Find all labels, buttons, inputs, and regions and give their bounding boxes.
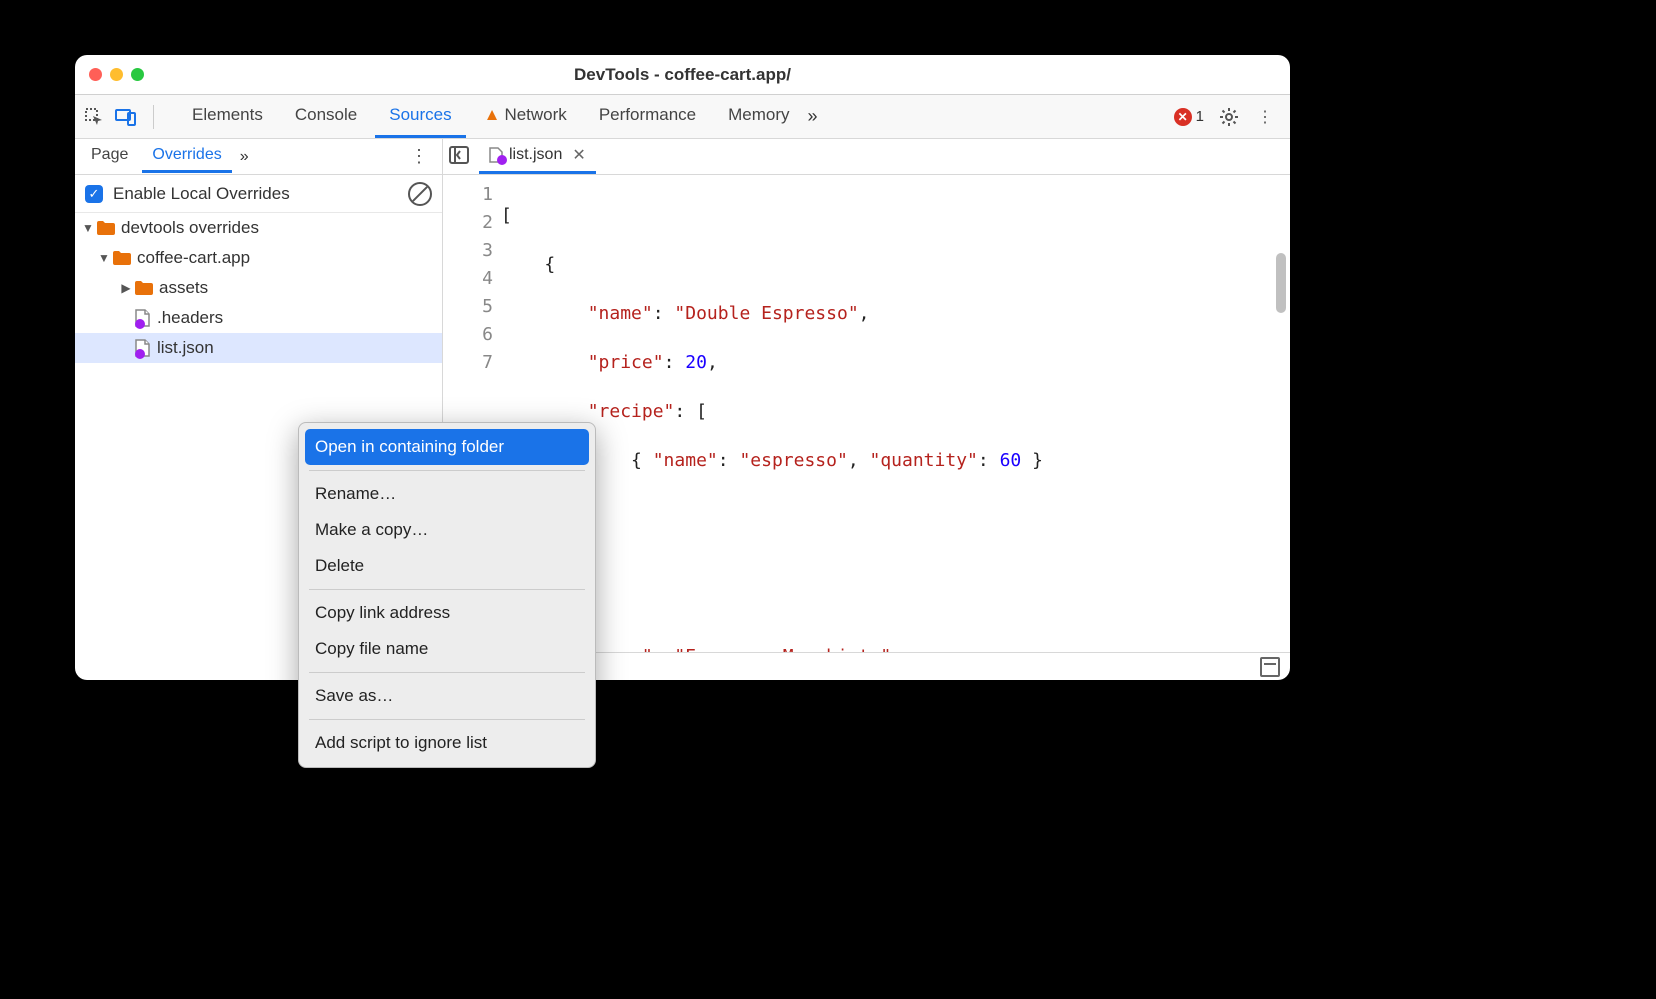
- tree-label: assets: [159, 278, 208, 298]
- tab-sources[interactable]: Sources: [375, 95, 465, 138]
- disclosure-triangle-icon: ▼: [97, 251, 111, 265]
- drawer-toggle-icon[interactable]: [1260, 657, 1280, 677]
- separator: [309, 589, 585, 590]
- sources-body: Page Overrides » ⋮ ✓ Enable Local Overri…: [75, 139, 1290, 680]
- inspect-element-icon[interactable]: [83, 106, 105, 128]
- minimize-window-button[interactable]: [110, 68, 123, 81]
- enable-overrides-label: Enable Local Overrides: [113, 184, 290, 204]
- error-icon: ✕: [1174, 108, 1192, 126]
- panel-tabs: Elements Console Sources ▲Network Perfor…: [178, 95, 818, 138]
- titlebar: DevTools - coffee-cart.app/: [75, 55, 1290, 95]
- close-tab-icon[interactable]: ✕: [572, 145, 585, 165]
- tab-memory[interactable]: Memory: [714, 95, 803, 138]
- separator: [153, 105, 154, 129]
- warning-icon: ▲: [484, 105, 501, 125]
- tree-label: list.json: [157, 338, 214, 358]
- more-options-icon[interactable]: ⋮: [1254, 106, 1276, 128]
- tab-console[interactable]: Console: [281, 95, 371, 138]
- navigator-tabs: Page Overrides » ⋮: [75, 139, 442, 175]
- tab-network[interactable]: ▲Network: [470, 95, 581, 138]
- navigator-more-icon[interactable]: ⋮: [402, 146, 436, 167]
- ctx-delete[interactable]: Delete: [305, 548, 589, 584]
- filetab-list-json[interactable]: list.json ✕: [479, 139, 596, 174]
- tree-file-list-json[interactable]: list.json: [75, 333, 442, 363]
- devtools-window: DevTools - coffee-cart.app/ Elements Con…: [75, 55, 1290, 680]
- tree-file-headers[interactable]: .headers: [75, 303, 442, 333]
- ctx-rename[interactable]: Rename…: [305, 476, 589, 512]
- error-count: 1: [1196, 108, 1204, 125]
- context-menu: Open in containing folder Rename… Make a…: [298, 422, 596, 768]
- maximize-window-button[interactable]: [131, 68, 144, 81]
- filetab-label: list.json: [509, 146, 562, 164]
- folder-icon: [113, 251, 131, 265]
- close-window-button[interactable]: [89, 68, 102, 81]
- folder-icon: [97, 221, 115, 235]
- tree-folder-root[interactable]: ▼ devtools overrides: [75, 213, 442, 243]
- toggle-navigator-icon[interactable]: [449, 146, 471, 168]
- more-panels-icon[interactable]: »: [808, 106, 818, 127]
- ctx-save-as[interactable]: Save as…: [305, 678, 589, 714]
- file-icon: [135, 309, 151, 327]
- scrollbar-thumb[interactable]: [1276, 253, 1286, 313]
- settings-icon[interactable]: [1218, 106, 1240, 128]
- traffic-lights: [89, 68, 144, 81]
- ctx-make-copy[interactable]: Make a copy…: [305, 512, 589, 548]
- override-dot-icon: [135, 319, 145, 329]
- more-navigator-tabs-icon[interactable]: »: [240, 148, 249, 166]
- tree-folder-assets[interactable]: ▶ assets: [75, 273, 442, 303]
- tree-label: .headers: [157, 308, 223, 328]
- ctx-copy-filename[interactable]: Copy file name: [305, 631, 589, 667]
- override-dot-icon: [497, 155, 507, 165]
- ctx-open-folder[interactable]: Open in containing folder: [305, 429, 589, 465]
- code-content: [ { "name": "Double Espresso", "price": …: [501, 175, 1290, 652]
- ctx-ignore-list[interactable]: Add script to ignore list: [305, 725, 589, 761]
- tab-performance[interactable]: Performance: [585, 95, 710, 138]
- file-icon: [489, 147, 503, 163]
- tree-folder-domain[interactable]: ▼ coffee-cart.app: [75, 243, 442, 273]
- disclosure-triangle-icon: ▶: [119, 281, 133, 295]
- enable-overrides-checkbox[interactable]: ✓: [85, 185, 103, 203]
- tab-elements[interactable]: Elements: [178, 95, 277, 138]
- window-title: DevTools - coffee-cart.app/: [574, 65, 791, 85]
- clear-overrides-icon[interactable]: [408, 182, 432, 206]
- editor-tabs: list.json ✕: [443, 139, 1290, 175]
- tree-label: devtools overrides: [121, 218, 259, 238]
- separator: [309, 672, 585, 673]
- override-dot-icon: [135, 349, 145, 359]
- disclosure-triangle-icon: ▼: [81, 221, 95, 235]
- tab-page[interactable]: Page: [81, 140, 138, 173]
- error-count-badge[interactable]: ✕ 1: [1174, 108, 1204, 126]
- enable-overrides-row: ✓ Enable Local Overrides: [75, 175, 442, 213]
- ctx-copy-link[interactable]: Copy link address: [305, 595, 589, 631]
- device-toolbar-icon[interactable]: [115, 106, 137, 128]
- separator: [309, 719, 585, 720]
- main-toolbar: Elements Console Sources ▲Network Perfor…: [75, 95, 1290, 139]
- file-icon: [135, 339, 151, 357]
- folder-icon: [135, 281, 153, 295]
- tab-overrides[interactable]: Overrides: [142, 140, 231, 173]
- tree-label: coffee-cart.app: [137, 248, 250, 268]
- separator: [309, 470, 585, 471]
